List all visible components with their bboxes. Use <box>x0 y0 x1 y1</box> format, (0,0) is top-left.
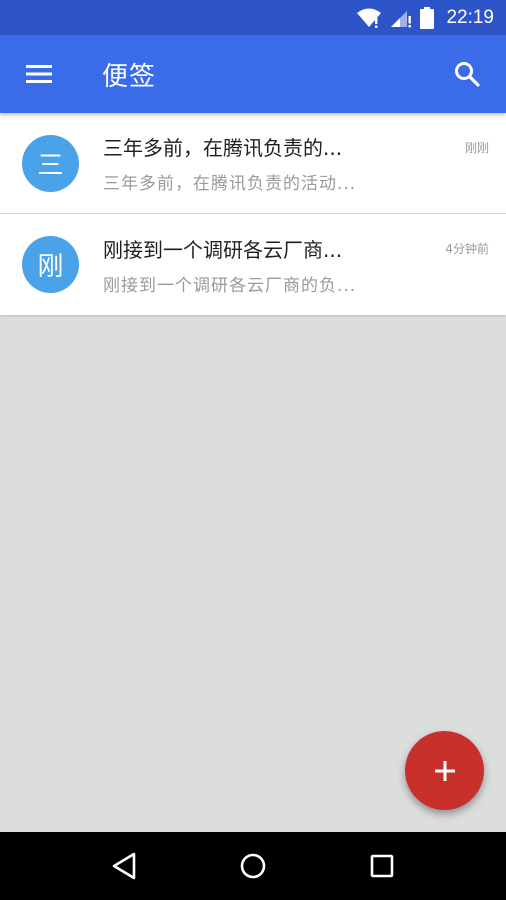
back-icon <box>113 852 136 880</box>
navigation-bar <box>0 832 506 900</box>
search-button[interactable] <box>428 35 506 113</box>
plus-icon <box>434 760 455 781</box>
search-icon <box>455 62 480 87</box>
home-button[interactable] <box>223 836 283 896</box>
recents-icon <box>370 854 393 878</box>
signal-icon <box>390 8 412 28</box>
note-title: 刚接到一个调研各云厂商... <box>103 237 343 262</box>
avatar: 三 <box>22 134 79 192</box>
note-preview: 刚接到一个调研各云厂商的负... <box>103 275 357 296</box>
add-note-button[interactable] <box>405 731 484 810</box>
app-bar: 便签 <box>0 35 506 113</box>
note-preview: 三年多前，在腾讯负责的活动... <box>103 174 357 194</box>
list-item[interactable]: 三 三年多前，在腾讯负责的... 三年多前，在腾讯负责的活动... 刚刚 <box>0 113 506 214</box>
list-item[interactable]: 刚 刚接到一个调研各云厂商... 刚接到一个调研各云厂商的负... 4分钟前 <box>0 214 506 315</box>
page-title: 便签 <box>102 61 157 92</box>
status-bar: 22:19 <box>0 0 506 35</box>
note-title: 三年多前，在腾讯负责的... <box>103 136 343 160</box>
note-timestamp: 4分钟前 <box>445 242 489 256</box>
note-body: 三年多前，在腾讯负责的... 三年多前，在腾讯负责的活动... <box>103 132 506 194</box>
battery-icon <box>420 6 435 29</box>
status-time: 22:19 <box>446 6 494 28</box>
menu-icon <box>26 65 52 83</box>
note-list: 三 三年多前，在腾讯负责的... 三年多前，在腾讯负责的活动... 刚刚 刚 刚… <box>0 113 506 315</box>
avatar: 刚 <box>22 236 79 293</box>
menu-button[interactable] <box>0 35 78 113</box>
wifi-icon <box>356 8 382 28</box>
home-icon <box>240 853 266 879</box>
back-button[interactable] <box>94 836 154 896</box>
recents-button[interactable] <box>352 836 412 896</box>
note-timestamp: 刚刚 <box>464 141 489 155</box>
